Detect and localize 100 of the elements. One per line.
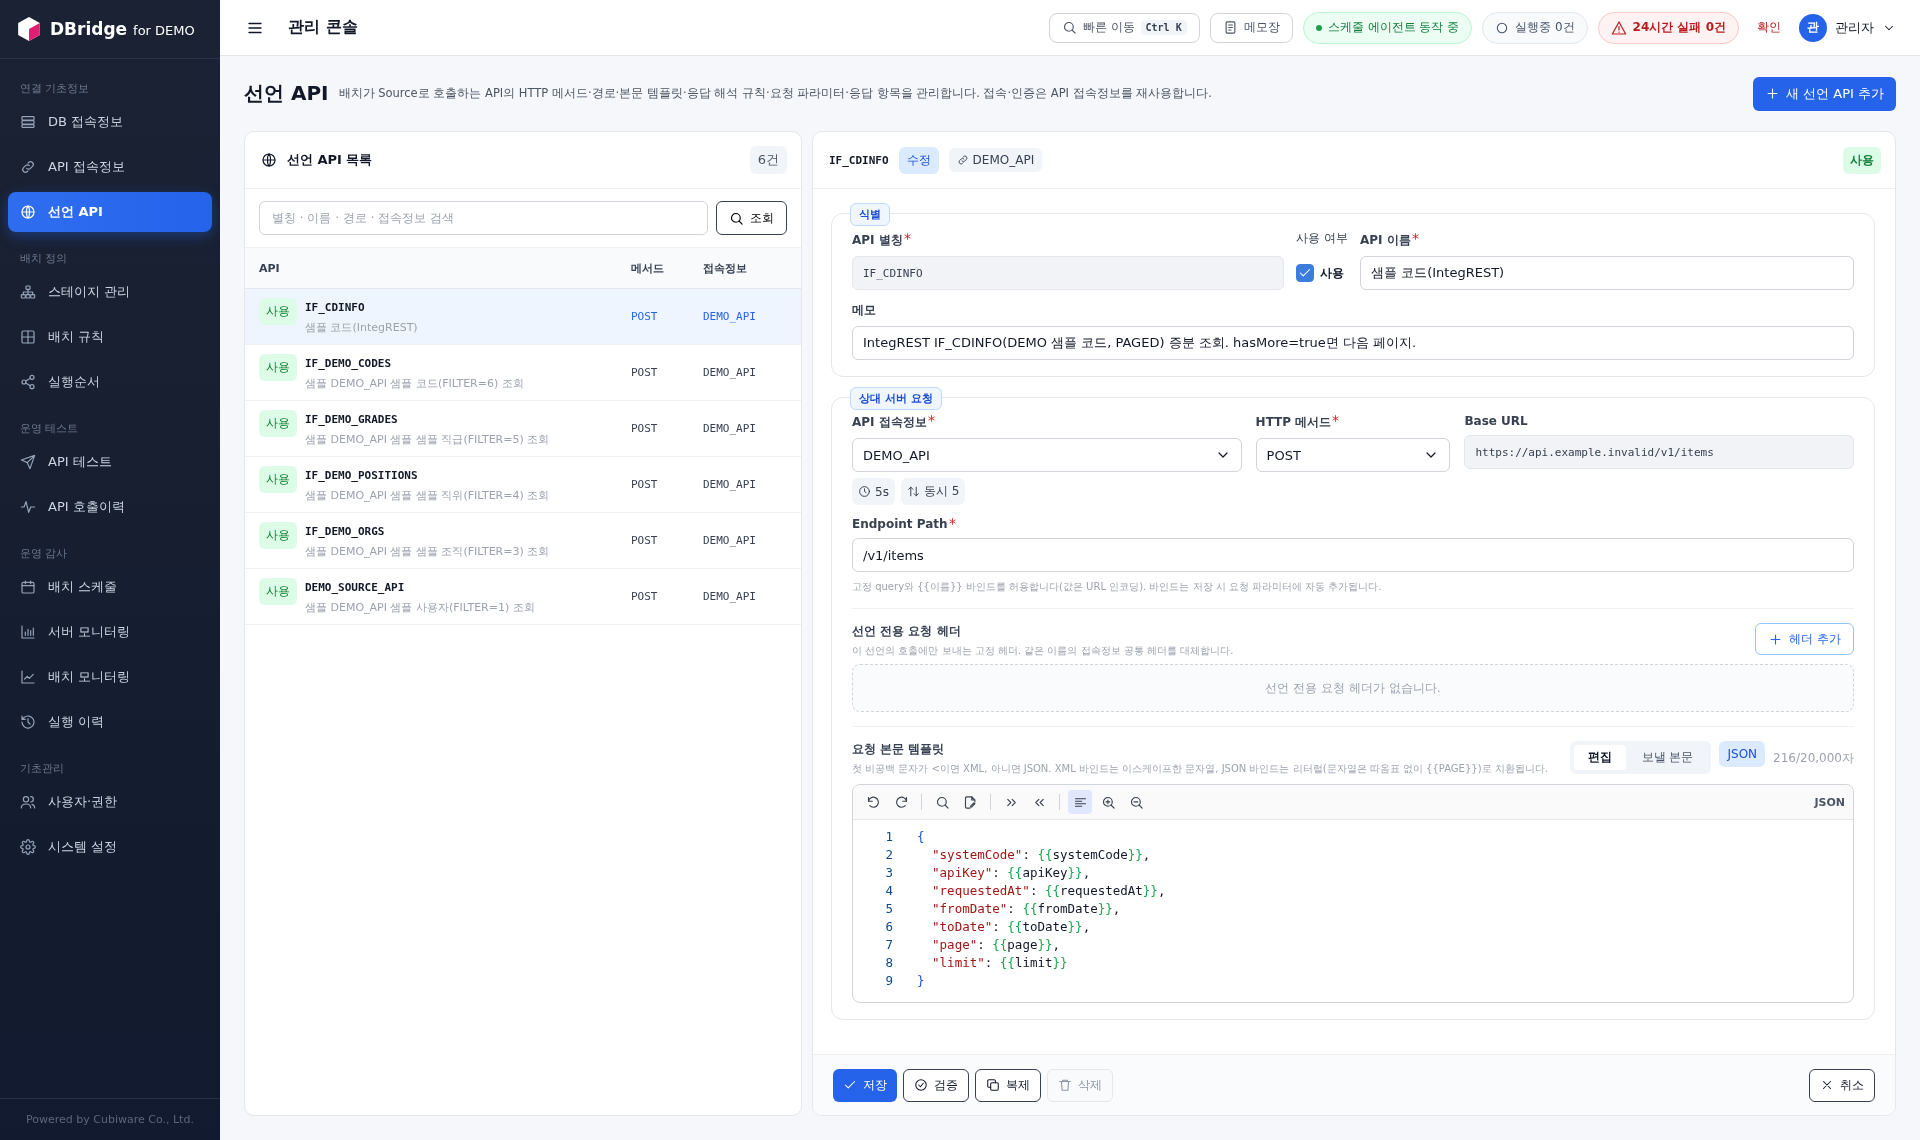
close-icon — [1820, 1078, 1834, 1092]
nav-item[interactable]: 배치 규칙 — [8, 317, 212, 357]
alias-field[interactable]: IF_CDINFO — [852, 256, 1285, 290]
plus-icon — [1765, 86, 1781, 101]
user-avatar[interactable]: 관 — [1799, 13, 1827, 42]
method-cell-text: POST — [631, 366, 659, 379]
add-api-button[interactable]: 새 선언 API 추가 — [1753, 76, 1896, 111]
status-badge: 사용 — [1843, 146, 1881, 174]
api-alias: IF_DEMO_CODES — [305, 357, 393, 370]
action-button[interactable]: 취소 — [1809, 1068, 1875, 1102]
status-pill: 24시간 실패 0건 — [1597, 11, 1739, 44]
nav-item[interactable]: 스테이지 관리 — [8, 272, 212, 312]
api-alias: IF_DEMO_GRADES — [305, 413, 399, 426]
field-label: Base URL — [1464, 414, 1528, 428]
api-row[interactable]: 사용 IF_DEMO_ORGS 샘플 DEMO_API 샘플 샘플 조직(FILTER=3) 조회 POST DEMO_API — [245, 513, 801, 569]
method-cell-text: POST — [631, 590, 659, 603]
field-label: HTTP 메서드 — [1255, 414, 1332, 431]
confirm-link[interactable]: 확인 — [1757, 19, 1781, 36]
globe-icon — [20, 204, 36, 220]
api-row[interactable]: 사용 IF_DEMO_CODES 샘플 DEMO_API 샘플 코드(FILTER=6) 조회 POST DEMO_API — [245, 345, 801, 401]
field-label: 사용 여부 — [1296, 230, 1349, 247]
shortcut-key: Ctrl K — [1140, 20, 1187, 35]
nav-item[interactable]: 사용자·권한 — [8, 782, 212, 822]
api-name: 샘플 DEMO_API 샘플 사용자(FILTER=1) 조회 — [305, 600, 535, 615]
method-cell-text: POST — [631, 478, 659, 491]
memo-button[interactable]: 메모장 — [1209, 12, 1293, 43]
action-button[interactable]: 저장 — [833, 1068, 897, 1102]
connection-select[interactable]: DEMO_API — [852, 438, 1242, 472]
nav-item[interactable]: API 호출이력 — [8, 487, 212, 527]
connection-cell-text: DEMO_API — [703, 478, 757, 491]
view-tab[interactable]: 보낼 본문 — [1627, 745, 1708, 770]
user-name[interactable]: 관리자 — [1835, 18, 1874, 37]
nav-item[interactable]: 실행 이력 — [8, 702, 212, 742]
api-alias: IF_CDINFO — [829, 153, 889, 167]
count-badge: 6건 — [749, 146, 787, 174]
section-legend: 식별 — [850, 203, 890, 226]
code-line: "fromDate": {{fromDate}}, — [931, 900, 1121, 918]
code-line: "toDate": {{toDate}}, — [931, 918, 1091, 936]
api-row[interactable]: 사용 IF_DEMO_GRADES 샘플 DEMO_API 샘플 샘플 직급(FILTER=5) 조회 POST DEMO_API — [245, 401, 801, 457]
connection-tag: DEMO_API — [948, 148, 1043, 172]
page-description: 배치가 Source로 호출하는 API의 HTTP 메서드·경로·본문 템플릿·응답 해석 규칙·요청 파라미터·응답 항목을 관리합니다. 접속·인증은 API 접속정보를 재사용합니다. — [338, 86, 1213, 101]
nav-item[interactable]: API 접속정보 — [8, 147, 212, 187]
status-badge: 사용 — [259, 298, 297, 325]
concurrency-chip: 동시 5 — [900, 478, 966, 505]
action-button[interactable]: 복제 — [975, 1068, 1041, 1102]
search-icon — [934, 794, 950, 810]
nav-item[interactable]: 배치 모니터링 — [8, 657, 212, 697]
page-title: 선언 API — [244, 80, 329, 107]
cube-logo-icon — [16, 16, 42, 42]
method-cell-text: POST — [631, 422, 659, 435]
mode-badge: 수정 — [898, 146, 939, 174]
check-icon — [1298, 266, 1313, 280]
nav-item[interactable]: 실행순서 — [8, 362, 212, 402]
warning-icon — [1610, 19, 1627, 36]
checkbox-label[interactable]: 사용 — [1320, 264, 1345, 282]
subsection-description: 첫 비공백 문자가 <이면 XML, 아니면 JSON. XML 바인드는 이스케이프한 문자열, JSON 바인드는 리터럴(문자열은 따옴표 없이 {{PAGE}})로 치환됩니다. — [852, 762, 1549, 776]
add-header-button[interactable]: 헤더 추가 — [1755, 623, 1854, 655]
base-url-field[interactable]: https://api.example.invalid/v1/items — [1464, 435, 1854, 469]
status-dot — [1315, 24, 1322, 31]
line-number: 3 — [884, 864, 894, 882]
nav-item[interactable]: 서버 모니터링 — [8, 612, 212, 652]
line-number: 1 — [884, 828, 894, 846]
nav-item[interactable]: 시스템 설정 — [8, 827, 212, 867]
activity-icon — [20, 499, 36, 515]
view-tab[interactable]: 편집 — [1573, 745, 1626, 770]
endpoint-field[interactable]: /v1/items — [852, 538, 1854, 572]
field-label: 메모 — [852, 302, 876, 319]
nav-section-title: 배치 정의 — [19, 251, 69, 267]
code-editor[interactable]: JSON 1 { 2 "systemCode": {{systemCode}}, 3 "apiKey": {{apiKey}}, 4 "requestedAt": {{requestedAt}}, 5 "fromDate": {{fromDate}}, 6 "toDate": {{toDate}}, 7 "page": {{page}}, 8 "limit": {{limit}} 9 } — [852, 784, 1854, 1003]
search-field[interactable]: 별칭 · 이름 · 경로 · 접속정보 검색 — [259, 201, 708, 235]
status-pill: 실행중 0건 — [1482, 11, 1588, 44]
method-cell-text: POST — [631, 534, 659, 547]
api-row[interactable]: 사용 IF_CDINFO 샘플 코드(IntegREST) POST DEMO_API — [245, 289, 801, 345]
memo-field[interactable]: IntegREST IF_CDINFO(DEMO 샘플 코드, PAGED) 증분 조회. hasMore=true면 다음 페이지. — [852, 326, 1854, 360]
name-field[interactable]: 샘플 코드(IntegREST) — [1360, 256, 1854, 290]
api-alias: IF_CDINFO — [305, 301, 366, 314]
redo-icon — [893, 794, 909, 810]
action-button[interactable]: 검증 — [903, 1068, 969, 1102]
quick-nav-button[interactable]: 빠른 이동 Ctrl K — [1049, 12, 1200, 43]
code-line: } — [917, 972, 925, 990]
method-select[interactable]: POST — [1255, 438, 1451, 472]
column-header: 접속정보 — [703, 260, 748, 276]
align-left-button[interactable] — [1068, 790, 1092, 814]
connection-cell-text: DEMO_API — [703, 590, 757, 603]
api-row[interactable]: 사용 IF_DEMO_POSITIONS 샘플 DEMO_API 샘플 샘플 직위(FILTER=4) 조회 POST DEMO_API — [245, 457, 801, 513]
api-row[interactable]: 사용 DEMO_SOURCE_API 샘플 DEMO_API 샘플 사용자(FILTER=1) 조회 POST DEMO_API — [245, 569, 801, 625]
connection-cell-text: DEMO_API — [703, 366, 757, 379]
nav-item[interactable]: 배치 스케줄 — [8, 567, 212, 607]
field-label: API 접속정보 — [852, 414, 927, 431]
search-button[interactable]: 조회 — [716, 201, 787, 235]
status-badge: 사용 — [259, 410, 297, 437]
enabled-checkbox[interactable] — [1296, 264, 1315, 282]
check-circle-icon — [914, 1078, 928, 1092]
empty-state: 선언 전용 요청 헤더가 없습니다. — [852, 664, 1854, 712]
nav-item[interactable]: DB 접속정보 — [8, 102, 212, 142]
code-line: "limit": {{limit}} — [931, 954, 1068, 972]
nav-item[interactable]: API 테스트 — [8, 442, 212, 482]
status-badge: 사용 — [259, 354, 297, 381]
nav-section-title: 운영 감사 — [19, 546, 69, 562]
nav-item[interactable]: 선언 API — [8, 192, 212, 232]
